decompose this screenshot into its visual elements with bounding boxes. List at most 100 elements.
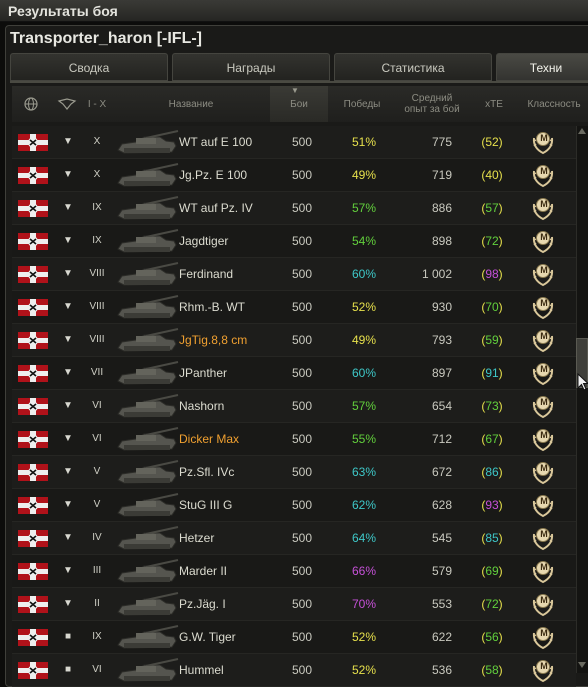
table-row[interactable]: ■ IX G.W. Tiger 500 52% 622 (56) M: [12, 621, 576, 654]
vehicle-tier: IX: [92, 631, 102, 642]
vehicle-type-icon: ▼: [63, 466, 73, 477]
vehicle-battles: 500: [291, 267, 313, 281]
tab-statistics[interactable]: Статистика: [334, 53, 492, 81]
vehicle-tier: VI: [92, 400, 102, 411]
table-row[interactable]: ▼ IX Jagdtiger 500 54% 898 (72) M: [12, 225, 576, 258]
table-row[interactable]: ▼ VI Dicker Max 500 55% 712 (67) M: [12, 423, 576, 456]
scroll-down-arrow-icon[interactable]: [578, 662, 586, 668]
vehicle-battles: 500: [291, 399, 313, 413]
vehicle-tier: VIII: [89, 268, 105, 279]
vehicle-xte: (91): [475, 357, 509, 389]
vehicle-name: JPanther: [179, 366, 228, 380]
vehicle-tier: V: [93, 499, 101, 510]
table-row[interactable]: ▼ VIII Ferdinand 500 60% 1 002 (98) M: [12, 258, 576, 291]
vehicle-name: Jagdtiger: [179, 234, 229, 248]
column-type[interactable]: [52, 86, 82, 122]
table-row[interactable]: ▼ X Jg.Pz. E 100 500 49% 719 (40) M: [12, 159, 576, 192]
vehicle-xte: (98): [475, 258, 509, 290]
vehicle-avg-xp: 719: [431, 168, 452, 182]
table-row[interactable]: ▼ VIII Rhm.-B. WT 500 52% 930 (70) M: [12, 291, 576, 324]
vehicle-xte: (56): [475, 621, 509, 653]
table-row[interactable]: ▼ VI Nashorn 500 57% 654 (73) M: [12, 390, 576, 423]
vehicle-type-icon: ■: [64, 664, 72, 675]
xte-value: 73: [485, 399, 499, 413]
vehicle-winrate: 51%: [351, 135, 377, 149]
tab-vehicles[interactable]: Техни: [496, 53, 588, 81]
vehicle-xte: (67): [475, 423, 509, 455]
tank-silhouette-icon: [117, 526, 179, 550]
xte-close-paren: ): [498, 201, 503, 215]
vehicle-tier: IX: [92, 235, 102, 246]
tab-divider: [10, 81, 588, 83]
german-flag-icon: [18, 200, 48, 217]
tank-silhouette-icon: [117, 130, 179, 154]
german-flag-icon: [18, 563, 48, 580]
xte-close-paren: ): [498, 597, 503, 611]
table-row[interactable]: ▼ IV Hetzer 500 64% 545 (85) M: [12, 522, 576, 555]
vehicle-xte: (59): [475, 324, 509, 356]
xte-value: 93: [485, 498, 499, 512]
xte-value: 56: [485, 630, 499, 644]
table-row[interactable]: ▼ VII JPanther 500 60% 897 (91) M: [12, 357, 576, 390]
xte-close-paren: ): [498, 300, 503, 314]
column-name[interactable]: Название: [112, 86, 270, 122]
german-flag-icon: [18, 662, 48, 679]
column-wins[interactable]: Победы: [330, 86, 394, 122]
xte-value: 86: [485, 465, 499, 479]
vehicle-tier: VI: [92, 433, 102, 444]
vehicle-xte: (69): [475, 555, 509, 587]
tab-awards[interactable]: Награды: [172, 53, 330, 81]
vehicle-avg-xp: 793: [431, 333, 452, 347]
table-row[interactable]: ▼ V StuG III G 500 62% 628 (93) M: [12, 489, 576, 522]
table-row[interactable]: ▼ II Pz.Jäg. I 500 70% 553 (72) M: [12, 588, 576, 621]
vehicle-battles: 500: [291, 333, 313, 347]
column-mastery[interactable]: Классность: [520, 86, 588, 122]
mastery-letter: M: [540, 298, 548, 308]
german-flag-icon: [18, 167, 48, 184]
xte-value: 58: [485, 663, 499, 677]
column-battles[interactable]: Бои: [270, 86, 328, 122]
tank-silhouette-icon: [117, 625, 179, 649]
column-nation[interactable]: [12, 86, 50, 122]
table-row[interactable]: ▼ III Marder II 500 66% 579 (69) M: [12, 555, 576, 588]
mastery-letter: M: [540, 529, 548, 539]
vehicle-battles: 500: [291, 498, 313, 512]
xte-close-paren: ): [498, 531, 503, 545]
table-row[interactable]: ■ VI Hummel 500 52% 536 (58) M: [12, 654, 576, 687]
table-row[interactable]: ▼ X WT auf E 100 500 51% 775 (52) M: [12, 126, 576, 159]
tank-silhouette-icon: [117, 196, 179, 220]
vehicle-avg-xp: 1 002: [421, 267, 452, 281]
table-row[interactable]: ▼ IX WT auf Pz. IV 500 57% 886 (57) M: [12, 192, 576, 225]
vehicle-xte: (72): [475, 225, 509, 257]
vehicle-tier: X: [93, 136, 101, 147]
vehicle-winrate: 54%: [351, 234, 377, 248]
table-row[interactable]: ▼ V Pz.Sfl. IVc 500 63% 672 (86) M: [12, 456, 576, 489]
tank-silhouette-icon: [117, 328, 179, 352]
scroll-up-arrow-icon[interactable]: [578, 128, 586, 134]
scrollbar-track[interactable]: [576, 126, 588, 673]
vehicle-type-icon: ■: [64, 631, 72, 642]
vehicle-name: Marder II: [179, 564, 228, 578]
table-row[interactable]: ▼ VIII JgTig.8,8 cm 500 49% 793 (59) M: [12, 324, 576, 357]
vehicle-xte: (57): [475, 192, 509, 224]
vehicle-name: G.W. Tiger: [179, 630, 236, 644]
mastery-letter: M: [540, 232, 548, 242]
vehicle-xte: (86): [475, 456, 509, 488]
vehicle-winrate: 52%: [351, 300, 377, 314]
mastery-letter: M: [540, 661, 548, 671]
vehicle-name: Pz.Jäg. I: [179, 597, 226, 611]
vehicle-avg-xp: 545: [431, 531, 452, 545]
column-avg-xp[interactable]: Средний опыт за бой: [396, 86, 468, 122]
tab-summary[interactable]: Сводка: [10, 53, 168, 81]
vehicle-type-icon: ▼: [63, 499, 73, 510]
tank-silhouette-icon: [117, 460, 179, 484]
vehicle-name: StuG III G: [179, 498, 233, 512]
vehicle-battles: 500: [291, 234, 313, 248]
vehicle-avg-xp: 930: [431, 300, 452, 314]
column-tier[interactable]: I - X: [82, 86, 112, 122]
mastery-letter: M: [540, 133, 548, 143]
mastery-letter: M: [540, 628, 548, 638]
xte-value: 59: [485, 333, 499, 347]
column-xte[interactable]: xTE: [470, 86, 518, 122]
vehicle-winrate: 52%: [351, 663, 377, 677]
